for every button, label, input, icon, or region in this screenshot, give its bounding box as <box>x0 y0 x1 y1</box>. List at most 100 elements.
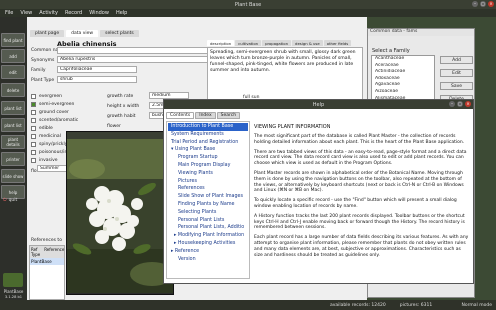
tree-item[interactable]: Viewing Plants <box>168 170 248 178</box>
tree-item[interactable]: Finding Plants by Name <box>168 201 248 209</box>
attr-checkbox[interactable] <box>31 125 36 131</box>
menu-view[interactable]: View <box>20 10 32 16</box>
tree-item[interactable]: Trial Period and Registration <box>168 139 248 147</box>
attr-checkbox[interactable] <box>31 117 36 123</box>
common-name-field[interactable] <box>57 47 227 54</box>
tab-select-plants[interactable]: select plants <box>100 30 139 37</box>
list-item[interactable]: Adoxaceae <box>372 76 434 83</box>
attr-row[interactable]: ground cover <box>31 108 78 116</box>
attr-checkbox[interactable] <box>31 109 36 115</box>
tab-description[interactable]: description <box>207 40 235 46</box>
menu-activity[interactable]: Activity <box>39 10 58 16</box>
close-button[interactable]: × <box>488 1 494 7</box>
maximize-button[interactable]: □ <box>480 1 486 7</box>
tab-select-plants-label: select plants <box>105 31 134 36</box>
tree-item[interactable]: ▾ Using Plant Base <box>168 146 248 154</box>
tree-item[interactable]: Main Program Display <box>168 162 248 170</box>
menu-window[interactable]: Window <box>89 10 109 16</box>
attr-checkbox[interactable] <box>31 141 36 147</box>
select-family-label: Select a Family <box>372 48 410 54</box>
add-family-button[interactable]: Add <box>440 56 473 64</box>
plant-list-label: plant list <box>4 105 22 111</box>
add-button[interactable]: add <box>1 49 25 63</box>
delete-button[interactable]: delete <box>1 83 25 97</box>
records-status: available records: 12420 <box>330 302 386 308</box>
help-paragraph: To quickly locate a specific record - us… <box>254 198 457 209</box>
help-paragraph: Plant Master records are shown in alphab… <box>254 170 464 194</box>
edit-button[interactable]: edit <box>1 65 25 79</box>
attr-row[interactable]: semi-evergreen <box>31 100 78 108</box>
plant-list-button[interactable]: plant list <box>1 101 25 115</box>
help-paragraph: There are two tabbed views of this data … <box>254 149 467 167</box>
tab-index[interactable]: Index <box>195 112 216 119</box>
attr-checkbox[interactable] <box>31 93 36 99</box>
tree-item[interactable]: ▸ Housekeeping Activities <box>168 240 248 248</box>
attr-row[interactable]: evergreen <box>31 92 78 100</box>
attr-label: medicinal <box>39 133 61 139</box>
help-minimize-button[interactable]: – <box>449 101 455 107</box>
height-width-label: height x width <box>107 104 140 109</box>
tree-item[interactable]: ▸ Modifying Plant Information <box>168 232 248 240</box>
find-plant-button[interactable]: find plant <box>1 33 25 47</box>
slide-show-label: slide show <box>2 173 24 179</box>
plant-list-2-button[interactable]: plant list <box>1 118 25 132</box>
tab-plant-page[interactable]: plant page <box>30 30 65 37</box>
tree-item[interactable]: ▸ Reference <box>168 248 248 256</box>
attr-checkbox[interactable] <box>31 149 36 155</box>
photo-titlebar <box>67 132 173 139</box>
tree-item[interactable]: Slide Show of Plant Images <box>168 193 248 201</box>
tree-item[interactable]: References <box>168 185 248 193</box>
printer-button[interactable]: printer <box>1 152 25 166</box>
attr-checkbox[interactable] <box>31 133 36 139</box>
list-item[interactable]: Aceraceae <box>372 63 434 70</box>
list-item[interactable]: Actinidiaceae <box>372 69 434 76</box>
tab-cultivation[interactable]: cultivation <box>235 40 262 46</box>
attr-row[interactable]: scented/aromatic <box>31 116 78 124</box>
help-window-controls: – □ × <box>449 101 471 107</box>
tree-item[interactable]: Version <box>168 256 248 264</box>
tree-item[interactable]: Selecting Plants <box>168 209 248 217</box>
plant-details-button[interactable]: plant details <box>1 135 25 149</box>
tab-data-view-label: data view <box>71 31 94 36</box>
menu-record[interactable]: Record <box>65 10 82 16</box>
tab-design-use[interactable]: design & use <box>292 40 323 46</box>
tab-propagation-label: propagation <box>265 40 289 46</box>
tab-propagation[interactable]: propagation <box>262 40 292 46</box>
help-maximize-button[interactable]: □ <box>457 101 463 107</box>
quit-button[interactable]: ⏻ quit <box>3 195 23 205</box>
description-text[interactable]: Spreading, semi-evergreen shrub with sma… <box>207 47 363 101</box>
plant-photo[interactable] <box>67 139 173 293</box>
tree-item[interactable]: Personal Plant Lists <box>168 217 248 225</box>
tree-item[interactable]: Personal Plant Lists, Additio <box>168 224 248 232</box>
tab-other-fields[interactable]: other fields <box>323 40 352 46</box>
save-family-button[interactable]: Save <box>440 82 473 90</box>
tree-item[interactable]: Program Startup <box>168 154 248 162</box>
family-field[interactable]: Caprifoliaceae <box>57 66 137 73</box>
save-family-label: Save <box>450 83 463 89</box>
list-item[interactable]: Agavaceae <box>372 82 434 89</box>
tree-item[interactable]: System Requirements <box>168 131 248 139</box>
growth-rate-field[interactable]: medium <box>149 92 189 99</box>
attr-checkbox[interactable] <box>31 101 36 107</box>
list-item[interactable]: Acanthaceae <box>372 56 434 63</box>
tree-item[interactable]: Introduction to Plant Base <box>168 123 248 131</box>
slide-show-button[interactable]: slide show <box>1 169 25 183</box>
synonyms-field[interactable]: Abelia rupestris <box>57 56 227 63</box>
help-close-button[interactable]: × <box>465 101 471 107</box>
menu-help[interactable]: Help <box>116 10 127 16</box>
help-heading: VIEWING PLANT INFORMATION <box>254 124 331 130</box>
attr-checkbox[interactable] <box>31 157 36 163</box>
tab-data-view[interactable]: data view <box>66 30 99 37</box>
attr-label: invasive <box>39 157 58 163</box>
menu-file[interactable]: File <box>5 10 13 16</box>
app-logo <box>3 273 23 287</box>
plant-type-field[interactable]: shrub <box>57 76 137 83</box>
minimize-button[interactable]: – <box>472 1 478 7</box>
tab-contents[interactable]: Contents <box>166 112 195 119</box>
help-paragraph: The most significant part of the databas… <box>254 134 465 145</box>
table-row[interactable]: PlantBase <box>30 258 64 265</box>
edit-family-button[interactable]: Edit <box>440 69 473 77</box>
list-item[interactable]: Aizoaceae <box>372 89 434 96</box>
tab-search[interactable]: Search <box>216 112 241 119</box>
tree-item[interactable]: Pictures <box>168 178 248 186</box>
